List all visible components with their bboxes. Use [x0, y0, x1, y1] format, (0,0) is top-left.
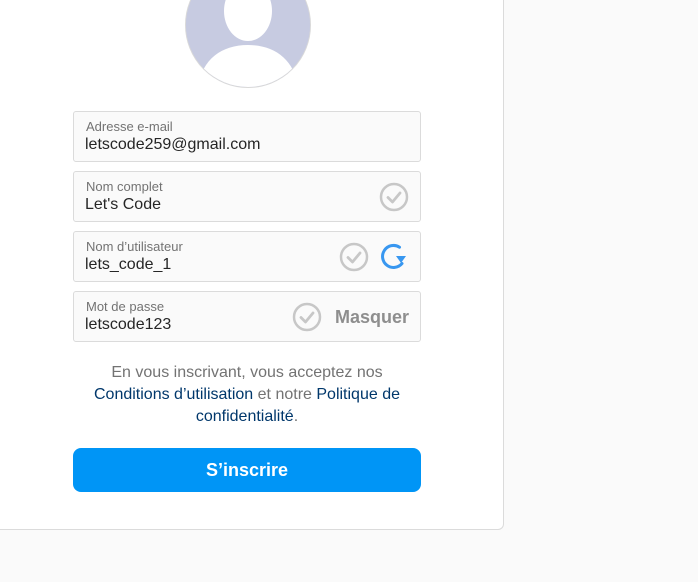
terms-middle: et notre [257, 386, 312, 403]
terms-suffix: . [293, 408, 299, 425]
terms-notice: En vous inscrivant, vous acceptez nos Co… [73, 362, 421, 428]
fullname-input[interactable]: Let's Code [85, 196, 161, 214]
password-input[interactable]: letscode123 [85, 316, 171, 334]
username-field[interactable]: Nom d’utilisateur lets_code_1 [73, 231, 421, 282]
fullname-field[interactable]: Nom complet Let's Code [73, 171, 421, 222]
email-input[interactable]: letscode259@gmail.com [85, 136, 260, 154]
hide-password-button[interactable]: Masquer [335, 307, 409, 328]
check-circle-icon [292, 302, 322, 332]
check-circle-icon [339, 242, 369, 272]
refresh-icon[interactable] [379, 242, 409, 272]
terms-of-use-link[interactable]: Conditions d’utilisation [94, 386, 253, 403]
password-label: Mot de passe [86, 299, 165, 314]
signup-button[interactable]: S’inscrire [73, 448, 421, 492]
fullname-label: Nom complet [86, 179, 163, 194]
terms-prefix: En vous inscrivant, vous acceptez nos [111, 364, 383, 381]
password-field[interactable]: Mot de passe letscode123 Masquer [73, 291, 421, 342]
email-field[interactable]: Adresse e-mail letscode259@gmail.com [73, 111, 421, 162]
username-label: Nom d’utilisateur [86, 239, 183, 254]
email-label: Adresse e-mail [86, 119, 173, 134]
check-circle-icon [379, 182, 409, 212]
username-input[interactable]: lets_code_1 [85, 256, 171, 274]
